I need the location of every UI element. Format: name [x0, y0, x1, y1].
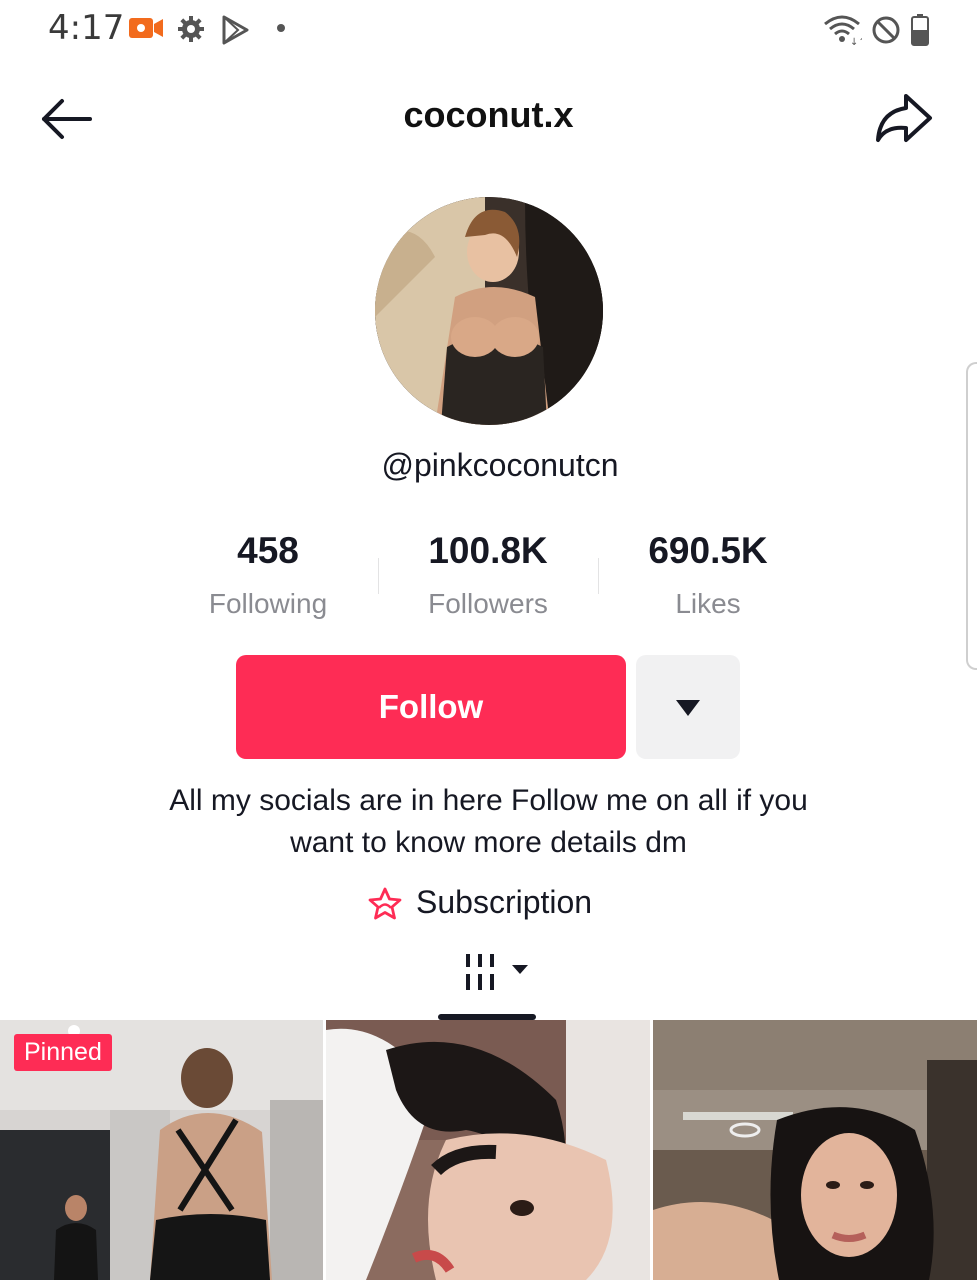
subscription-label: Subscription [416, 884, 593, 920]
bio-line: want to know more details dm [290, 826, 687, 859]
stat-followers[interactable]: 100.8K Followers [388, 530, 588, 620]
bio-line: All my socials are in here Follow me on … [169, 784, 808, 817]
pinned-badge: Pinned [14, 1034, 112, 1071]
play-store-icon [219, 14, 251, 51]
stat-value: 458 [237, 530, 299, 571]
stat-label: Following [208, 588, 328, 619]
page-title: coconut.x [403, 94, 574, 135]
edge-panel-handle[interactable] [966, 362, 977, 670]
battery-icon [910, 14, 930, 51]
status-bar: 4:17 ↓ [0, 0, 977, 60]
video-recording-icon [128, 14, 164, 47]
grid-videos-icon [466, 954, 528, 990]
stat-value: 100.8K [428, 530, 548, 571]
svg-text:↓↑: ↓↑ [850, 37, 862, 46]
stat-value: 690.5K [648, 530, 768, 571]
follow-button[interactable]: Follow [236, 655, 626, 759]
profile-header: coconut.x [0, 80, 977, 156]
video-thumbnail[interactable] [326, 1020, 650, 1280]
profile-handle: @pinkcoconutcn [381, 447, 619, 483]
do-not-disturb-icon [870, 14, 902, 51]
stat-label: Likes [675, 588, 741, 619]
profile-stats: 458 Following 100.8K Followers 690.5K Li… [0, 530, 977, 630]
video-thumbnail[interactable]: Pinned [0, 1020, 323, 1280]
video-thumbnail-image [653, 1020, 977, 1280]
status-time: 4:17 [48, 8, 125, 48]
stat-divider [598, 558, 599, 594]
profile-photo [375, 197, 603, 425]
video-grid: Pinned [0, 1020, 977, 1280]
avatar[interactable] [375, 197, 603, 425]
video-thumbnail-image [326, 1020, 650, 1280]
stat-following[interactable]: 458 Following [168, 530, 368, 620]
profile-bio: All my socials are in here Follow me on … [120, 780, 857, 864]
suggested-accounts-dropdown-button[interactable] [636, 655, 740, 759]
stat-divider [378, 558, 379, 594]
video-thumbnail[interactable] [653, 1020, 977, 1280]
share-arrow-icon [876, 94, 932, 142]
stat-likes[interactable]: 690.5K Likes [608, 530, 808, 620]
star-badge-icon [368, 887, 402, 920]
stat-label: Followers [428, 588, 548, 619]
wifi-icon: ↓↑ [822, 14, 867, 51]
gear-icon [176, 14, 206, 49]
caret-down-icon [676, 700, 700, 716]
tab-videos[interactable] [458, 948, 538, 998]
dot-icon [277, 24, 285, 32]
share-button[interactable] [872, 90, 934, 146]
